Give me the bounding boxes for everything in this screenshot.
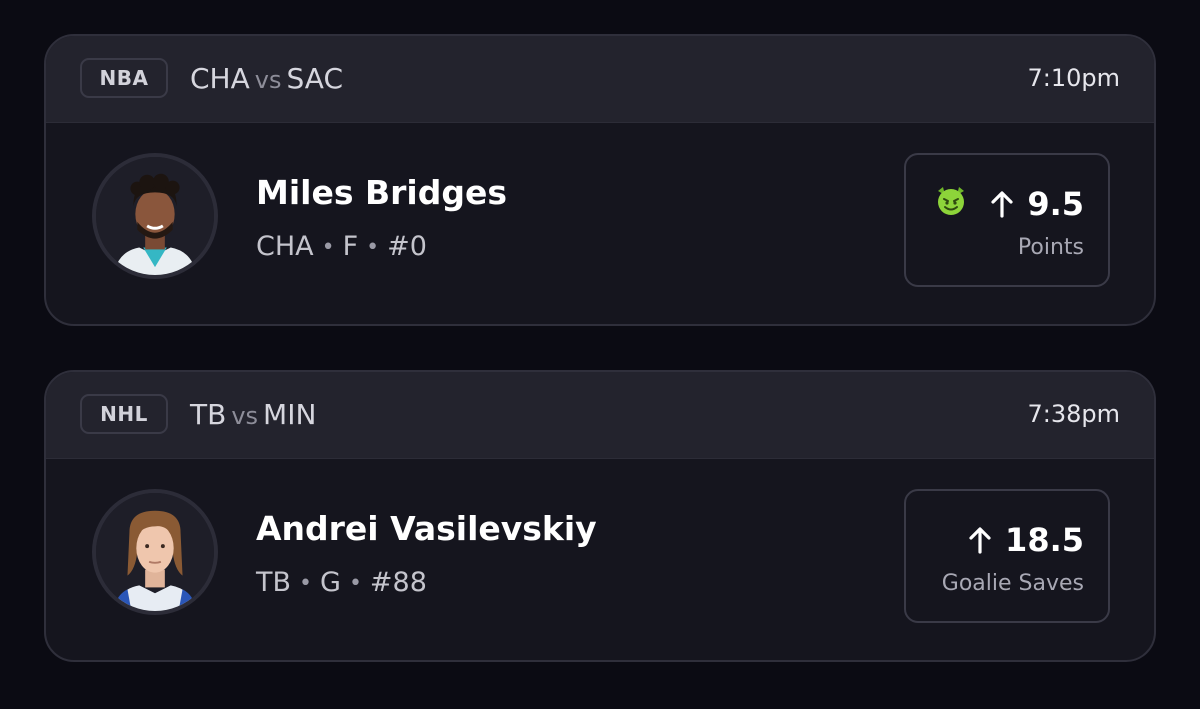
player-row: Miles Bridges CHA • F • #0 9.5 Points <box>46 123 1154 324</box>
prop-button[interactable]: 18.5 Goalie Saves <box>904 489 1110 623</box>
game-time: 7:10pm <box>1027 64 1120 92</box>
prop-stat: Goalie Saves <box>941 571 1084 596</box>
player-team: TB <box>256 567 292 598</box>
prop-stat: Points <box>1017 235 1084 260</box>
separator-dot: • <box>366 235 380 260</box>
game-time: 7:38pm <box>1027 400 1120 428</box>
player-number: #88 <box>369 567 427 598</box>
player-row: Andrei Vasilevskiy TB • G • #88 18.5 Goalie … <box>46 459 1154 660</box>
prop-line: 9.5 <box>989 185 1084 223</box>
prop-value: 18.5 <box>1005 521 1084 559</box>
separator-dot: • <box>299 571 312 596</box>
up-arrow-icon <box>967 525 993 555</box>
player-number: #0 <box>387 231 427 262</box>
separator-dot: • <box>348 571 362 596</box>
home-team: TB <box>190 398 227 431</box>
vs-label: vs <box>231 402 259 430</box>
player-position: F <box>342 231 359 262</box>
home-team: CHA <box>190 62 250 95</box>
league-badge: NBA <box>80 58 168 98</box>
player-name: Andrei Vasilevskiy <box>256 509 597 548</box>
separator-dot: • <box>321 235 335 260</box>
devil-emoji-icon <box>934 183 968 217</box>
matchup: CHA vs SAC <box>190 62 343 95</box>
player-position: G <box>320 567 341 598</box>
player-headshot-icon <box>92 489 218 615</box>
away-team: SAC <box>286 62 343 95</box>
away-team: MIN <box>263 398 317 431</box>
league-badge: NHL <box>80 394 168 434</box>
prop-line: 18.5 <box>967 521 1084 559</box>
up-arrow-icon <box>989 189 1015 219</box>
game-header: NHL TB vs MIN 7:38pm <box>46 372 1154 459</box>
player-meta: TB • G • #88 <box>256 567 427 598</box>
prop-value: 9.5 <box>1027 185 1084 223</box>
player-headshot-icon <box>92 153 218 279</box>
vs-label: vs <box>254 66 282 94</box>
game-header: NBA CHA vs SAC 7:10pm <box>46 36 1154 123</box>
matchup: TB vs MIN <box>190 398 316 431</box>
player-team: CHA <box>256 231 314 262</box>
player-meta: CHA • F • #0 <box>256 231 427 262</box>
player-name: Miles Bridges <box>256 173 507 212</box>
game-card[interactable]: NBA CHA vs SAC 7:10pm Miles Bridges CHA … <box>44 34 1156 326</box>
game-card[interactable]: NHL TBvsMIN 7:38pm Andrei Vasilevskiy <box>44 370 1156 662</box>
prop-button[interactable]: 9.5 Points <box>904 153 1110 287</box>
